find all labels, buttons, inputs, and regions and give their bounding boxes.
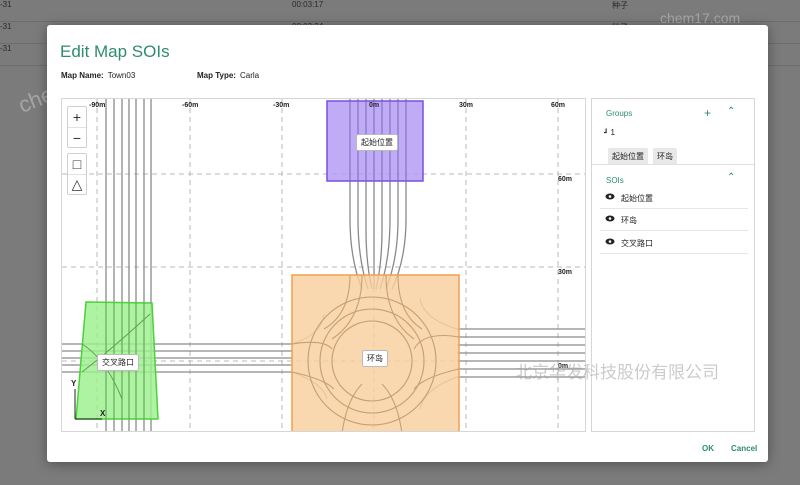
zoom-controls: + − [67, 106, 87, 148]
corner-icon: ┛ [604, 130, 609, 137]
x-tick-label: -90m [89, 102, 106, 109]
x-tick-label: 60m [551, 102, 566, 109]
soi-label-start[interactable]: 起始位置 [356, 134, 398, 151]
x-tick-label: 0m [369, 102, 380, 109]
x-tick-label: -60m [182, 102, 199, 109]
edit-map-sois-dialog: Edit Map SOIs Map Name: Town03 Map Type: C… [47, 25, 768, 462]
soi-label-roundabout[interactable]: 环岛 [362, 350, 388, 367]
y-tick-label: 30m [558, 269, 573, 276]
y-tick-label: 0m [558, 363, 569, 370]
soi-name: 环岛 [621, 216, 637, 225]
x-tick-label: 30m [459, 102, 474, 109]
map-type-label: Map Type: [197, 71, 236, 80]
row-id: -31 [0, 0, 12, 9]
soi-name: 交叉路口 [621, 239, 653, 248]
map-name-label: Map Name: [61, 71, 104, 80]
axis-x-label: X [100, 409, 106, 418]
ok-button[interactable]: OK [702, 444, 714, 453]
row-time: 00:03:17 [292, 0, 324, 9]
map-canvas[interactable]: -90m -60m -30m 0m 30m 60m 60m 30m 0m Y X… [61, 98, 586, 432]
draw-polygon-icon[interactable]: △ [68, 174, 86, 194]
soi-list-item[interactable]: 起始位置 [600, 187, 748, 209]
map-svg[interactable] [62, 99, 586, 432]
soi-name: 起始位置 [621, 194, 653, 203]
visibility-eye-icon[interactable] [605, 193, 615, 200]
zoom-out-button[interactable]: − [68, 127, 86, 147]
axis-y-label: Y [71, 379, 77, 388]
groups-title: Groups [606, 109, 633, 118]
sois-title: SOIs [606, 176, 624, 185]
group-item[interactable]: ┛ 1 [604, 128, 615, 137]
visibility-eye-icon[interactable] [605, 215, 615, 222]
table-row: -31 00:03:17 种子 [0, 0, 800, 22]
section-divider [592, 164, 754, 165]
add-group-icon[interactable]: + [704, 106, 711, 120]
group-chip[interactable]: 起始位置 [608, 148, 648, 165]
group-name: 1 [610, 128, 615, 137]
soi-label-intersection[interactable]: 交叉路口 [97, 354, 139, 371]
map-toolbar: + − □ △ [67, 106, 87, 200]
dialog-title: Edit Map SOIs [60, 42, 170, 61]
row-tag: 种子 [612, 1, 628, 10]
cancel-button[interactable]: Cancel [731, 444, 757, 453]
map-type-value: Carla [239, 71, 260, 80]
draw-controls: □ △ [67, 153, 87, 195]
soi-side-panel: Groups + ⌃ ┛ 1 起始位置 环岛 SOIs ⌃ 起始位置 环岛 交叉… [591, 98, 755, 432]
group-chip[interactable]: 环岛 [653, 148, 677, 165]
zoom-in-button[interactable]: + [68, 107, 86, 127]
map-type-meta: Map Type: Carla [197, 71, 259, 80]
x-tick-label: -30m [273, 102, 290, 109]
draw-rectangle-icon[interactable]: □ [68, 154, 86, 174]
map-name-meta: Map Name: Town03 [61, 71, 135, 80]
collapse-sois-icon[interactable]: ⌃ [727, 172, 735, 183]
soi-list-item[interactable]: 交叉路口 [600, 232, 748, 254]
soi-list-item[interactable]: 环岛 [600, 209, 748, 231]
visibility-eye-icon[interactable] [605, 238, 615, 245]
collapse-groups-icon[interactable]: ⌃ [727, 106, 735, 117]
row-id: -31 [0, 22, 12, 31]
map-name-value: Town03 [107, 71, 136, 80]
y-tick-label: 60m [558, 176, 573, 183]
row-id: -31 [0, 44, 12, 53]
